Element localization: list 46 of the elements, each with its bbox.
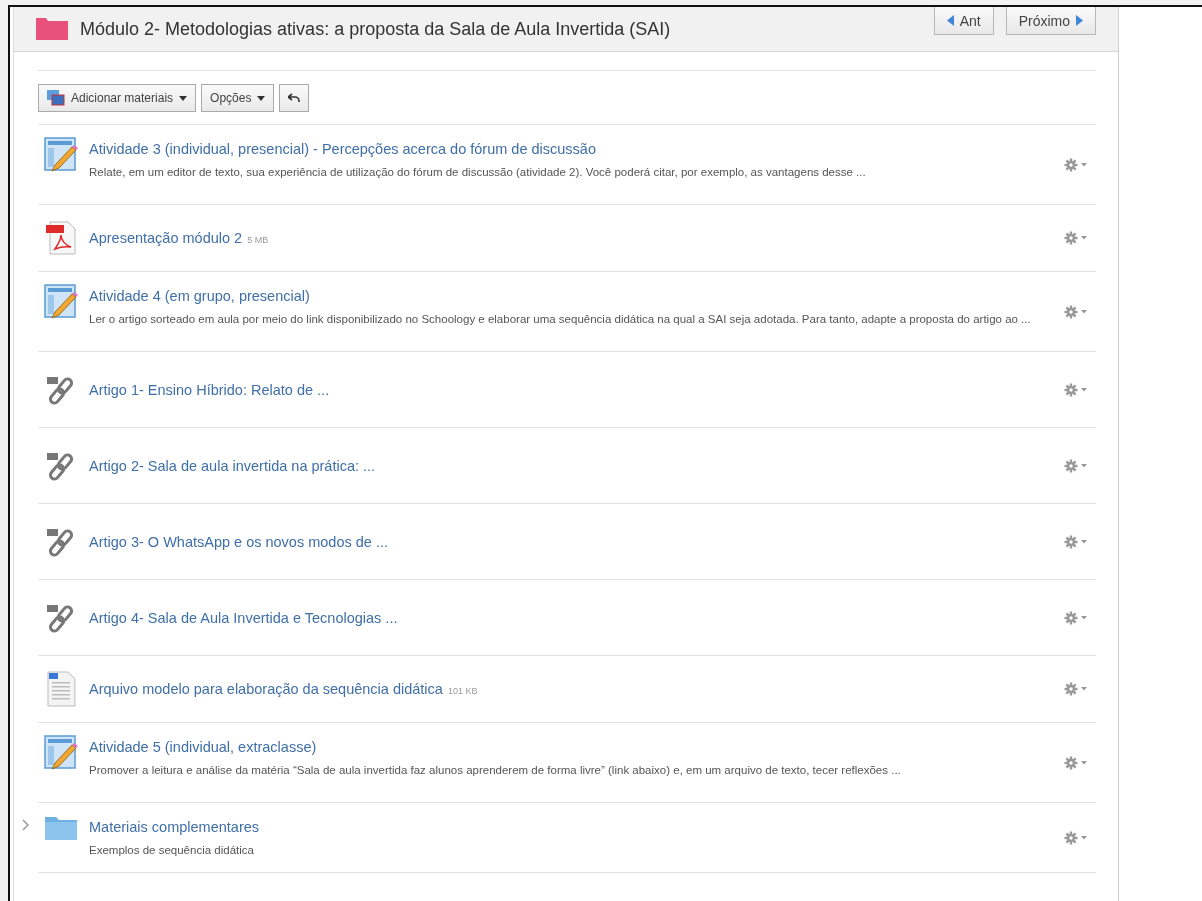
settings-gear-icon[interactable]: [1064, 157, 1088, 172]
right-triangle-icon: [1076, 15, 1083, 26]
settings-gear-icon[interactable]: [1064, 830, 1088, 845]
material-title-link[interactable]: Artigo 3- O WhatsApp e os novos modos de ...: [89, 533, 388, 550]
previous-button[interactable]: Ant: [933, 7, 994, 35]
folder-icon: [44, 815, 78, 841]
settings-gear-icon[interactable]: [1064, 755, 1088, 770]
material-title-link[interactable]: Artigo 4- Sala de Aula Invertida e Tecnologias ...: [89, 609, 398, 626]
folder-icon: [36, 18, 68, 40]
material-title-link[interactable]: Atividade 3 (individual, presencial) - Percepções acerca do fórum de discussão: [89, 141, 596, 157]
material-description: Ler o artigo sorteado em aula por meio do link disponibilizado no Schoology e elaborar uma sequência didática na qual a SAI seja adotada. Para tanto, adapte a proposta do artigo ao ...: [89, 312, 1032, 327]
settings-gear-icon[interactable]: [1064, 231, 1088, 245]
assignment-icon: [44, 137, 78, 173]
assignment-icon: [44, 284, 78, 320]
undo-icon: [288, 93, 301, 103]
left-triangle-icon: [946, 15, 954, 26]
material-title-link[interactable]: Apresentação módulo 2: [89, 230, 243, 246]
next-button[interactable]: Próximo: [1005, 7, 1096, 35]
material-title-link[interactable]: Artigo 1- Ensino Híbrido: Relato de ...: [89, 381, 330, 398]
undo-button[interactable]: [279, 84, 310, 112]
assignment-icon: [44, 735, 78, 771]
expand-chevron-icon[interactable]: [22, 819, 29, 831]
document-icon: [46, 671, 76, 707]
material-title-link[interactable]: Atividade 5 (individual, extraclasse): [89, 739, 317, 755]
add-materials-icon: [47, 90, 65, 106]
module-title: Módulo 2- Metodologias ativas: a proposta da Sala de Aula Invertida (SAI): [80, 18, 672, 40]
options-button[interactable]: Opções: [201, 84, 275, 112]
material-description: Relate, em um editor de texto, sua experiência de utilização do fórum de discussão (atividade 2). Você poderá citar, por exemplo, as vantagens desse ...: [89, 165, 867, 180]
file-size: 101 KB: [447, 686, 478, 696]
material-description: Exemplos de sequência didática: [89, 843, 255, 858]
material-title-link[interactable]: Artigo 2- Sala de aula invertida na prática: ...: [89, 457, 376, 474]
caret-icon: [257, 95, 266, 101]
settings-gear-icon[interactable]: [1064, 610, 1088, 625]
caret-icon: [179, 95, 188, 101]
settings-gear-icon[interactable]: [1064, 304, 1088, 319]
settings-gear-icon[interactable]: [1064, 382, 1088, 397]
file-size: 5 MB: [247, 235, 269, 245]
settings-gear-icon[interactable]: [1064, 682, 1088, 696]
material-title-link[interactable]: Materiais complementares: [89, 819, 260, 835]
material-title-link[interactable]: Arquivo modelo para elaboração da sequência didática: [89, 681, 443, 697]
pdf-file-icon: [45, 221, 77, 255]
material-description: Promover a leitura e análise da matéria “Sala de aula invertida faz alunos aprenderem de forma livre” (link abaixo) e, em um arquivo de texto, tecer reflexões ...: [89, 763, 902, 778]
material-title-link[interactable]: Atividade 4 (em grupo, presencial): [89, 288, 310, 304]
settings-gear-icon[interactable]: [1064, 534, 1088, 549]
settings-gear-icon[interactable]: [1064, 458, 1088, 473]
add-materials-button[interactable]: Adicionar materiais: [38, 84, 197, 112]
